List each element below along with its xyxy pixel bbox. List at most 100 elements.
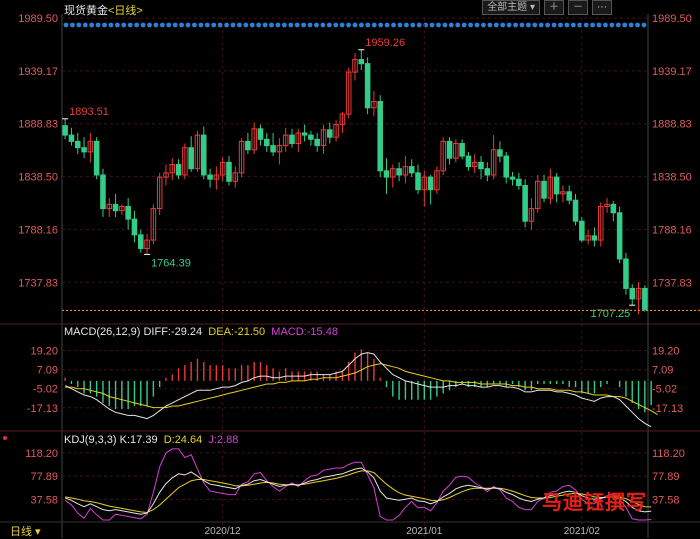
- price-tick-left: 1939.17: [18, 66, 58, 78]
- signal-dot: [217, 22, 223, 28]
- candle-body: [396, 168, 402, 176]
- zoom-out-button[interactable]: －: [568, 0, 588, 15]
- price-tick-left: 1737.83: [18, 277, 58, 289]
- signal-dot: [558, 22, 563, 28]
- kdj-legend: KDJ(9,3,3) K:17.39 D:24.64 J:2.88: [64, 434, 238, 446]
- signal-dot: [333, 22, 339, 28]
- signal-dot: [603, 22, 608, 28]
- signal-dot: [346, 22, 351, 28]
- signal-dot: [359, 22, 364, 28]
- price-tick-right: 1788.16: [652, 224, 692, 236]
- signal-dot: [474, 22, 480, 28]
- signal-dot: [294, 22, 300, 28]
- instrument-title: 现货黄金<日线>: [64, 2, 143, 18]
- candle-body: [408, 166, 415, 174]
- candle-body: [478, 161, 484, 170]
- signal-dot: [114, 22, 120, 28]
- signal-dot: [301, 22, 307, 28]
- signal-dot: [89, 22, 95, 28]
- settings-button[interactable]: ⋯: [592, 0, 612, 15]
- candle-body: [642, 287, 648, 310]
- candle-body: [264, 138, 270, 147]
- candle-body: [553, 176, 560, 195]
- signal-dot: [641, 22, 647, 28]
- macd-tick-left: 7.09: [37, 365, 58, 377]
- candle-body: [131, 218, 138, 236]
- signal-dot: [172, 22, 178, 28]
- toolbar: 全部主题 ▾ ＋ － ⋯: [482, 0, 612, 15]
- signal-dot: [416, 22, 422, 28]
- theme-dropdown[interactable]: 全部主题 ▾: [482, 0, 540, 15]
- candle-body: [497, 149, 503, 157]
- signal-dot: [76, 22, 82, 28]
- price-tick-right: 1888.83: [652, 119, 692, 131]
- candle-body: [81, 147, 87, 153]
- signal-dot: [281, 22, 287, 28]
- signal-dot: [371, 22, 377, 28]
- signal-dot: [545, 22, 551, 28]
- macd-tick-left: 19.20: [30, 346, 58, 358]
- signal-dot: [378, 22, 384, 28]
- macd-tick-left: -17.13: [27, 403, 58, 415]
- macd-tick-right: -5.02: [652, 384, 677, 396]
- candle-body: [459, 142, 465, 157]
- signal-dot: [615, 22, 621, 28]
- signal-dot: [590, 22, 596, 28]
- candle-body: [201, 134, 207, 176]
- period-label[interactable]: <日线>: [108, 5, 143, 17]
- kdj-tick-left: 118.20: [25, 448, 58, 460]
- signal-dot: [538, 22, 544, 28]
- signal-dot: [365, 22, 371, 28]
- bottom-period-tab[interactable]: 日线 ▾: [10, 523, 41, 539]
- signal-dot: [237, 22, 242, 28]
- signal-dot: [570, 22, 576, 28]
- signal-dot: [95, 22, 101, 28]
- x-axis-tick-label: 2021/02: [564, 526, 601, 537]
- signal-dot: [500, 22, 506, 28]
- kdj-k-value: K:17.39: [119, 434, 158, 446]
- signal-dot: [192, 22, 197, 28]
- macd-tick-right: 7.09: [652, 365, 673, 377]
- signal-dot: [506, 22, 512, 28]
- macd-tick-left: -5.02: [33, 384, 58, 396]
- candle-body: [257, 128, 264, 140]
- candle-body: [572, 199, 579, 222]
- signal-dot: [532, 22, 538, 28]
- macd-tick-right: -17.13: [652, 403, 683, 415]
- kdj-tick-right: 37.58: [652, 494, 680, 506]
- signal-dot: [198, 22, 204, 28]
- candle-body: [377, 100, 383, 172]
- chart-canvas: 1989.50 1989.50 1939.17 1939.17 1888.83 1888.…: [0, 13, 700, 538]
- annotation-high-label: 1959.26: [365, 37, 405, 49]
- signal-dot: [397, 22, 403, 28]
- macd-legend: MACD(26,12,9) DIFF:-29.24 DEA:-21.50 MAC…: [64, 326, 338, 338]
- panel-marker-icon: [3, 436, 7, 440]
- signal-dot: [249, 22, 255, 28]
- candle-body: [364, 63, 371, 109]
- candle-body: [629, 287, 636, 300]
- signal-dot: [70, 22, 75, 28]
- candle-body: [175, 163, 182, 176]
- price-tick-right: 1989.50: [652, 13, 692, 25]
- candle-body: [623, 258, 629, 289]
- signal-dot: [147, 22, 152, 28]
- signal-dot: [269, 22, 274, 28]
- zoom-in-button[interactable]: ＋: [544, 0, 564, 15]
- signal-dot: [256, 22, 262, 28]
- macd-tick-right: 19.20: [652, 346, 680, 358]
- signal-dot: [82, 22, 88, 28]
- candle-body: [383, 170, 390, 178]
- candle-body: [610, 203, 617, 214]
- signal-dot: [339, 22, 345, 28]
- price-tick-left: 1838.50: [18, 172, 58, 184]
- signal-dot: [628, 22, 634, 28]
- kdj-j-value: J:2.88: [208, 434, 239, 446]
- candle-body: [100, 174, 106, 210]
- signal-dot: [204, 22, 210, 28]
- annotation-low-label: 1764.39: [151, 257, 191, 269]
- signal-dot: [442, 22, 448, 28]
- candle-body: [137, 234, 144, 249]
- signal-dot: [481, 22, 486, 28]
- signal-dot: [179, 22, 185, 28]
- candle-body: [503, 155, 509, 178]
